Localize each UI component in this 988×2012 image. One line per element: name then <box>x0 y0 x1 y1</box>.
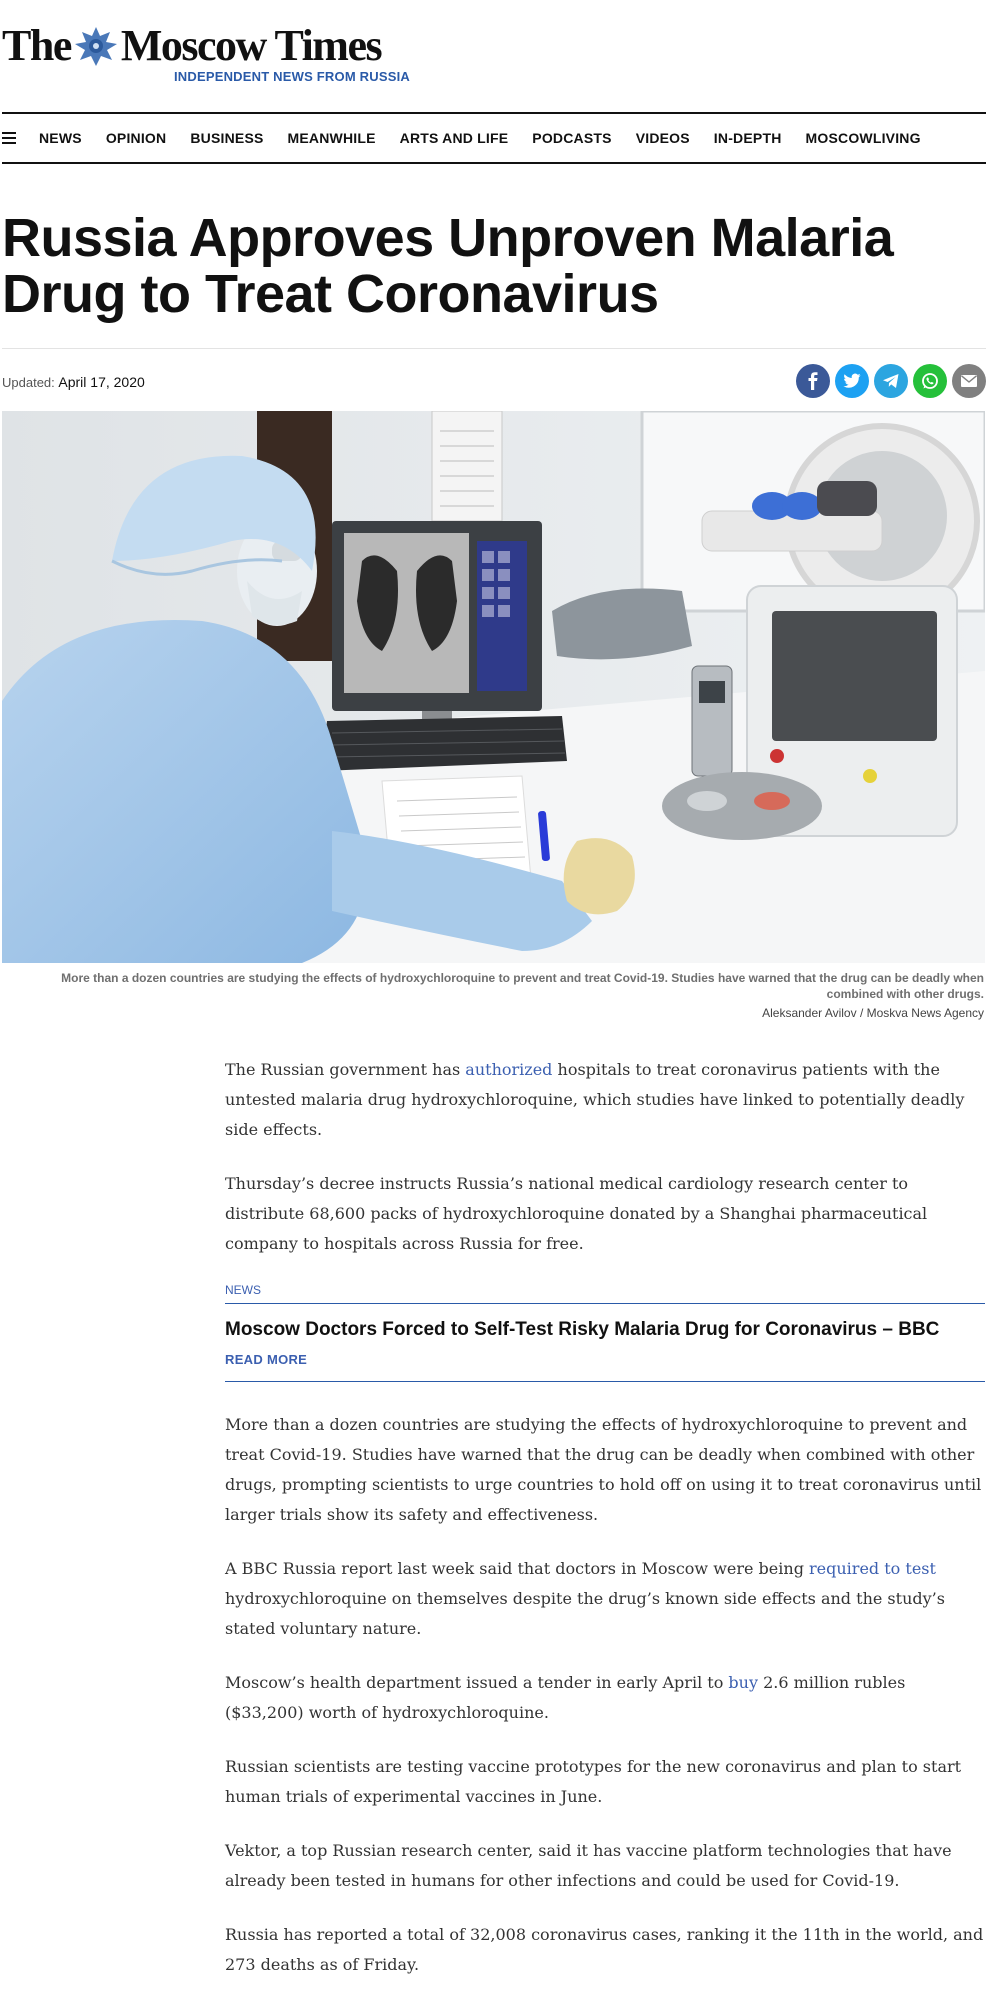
image-credit: Aleksander Avilov / Moskva News Agency <box>762 1006 984 1020</box>
twitter-share-button[interactable] <box>835 364 869 398</box>
paragraph-2: Thursday’s decree instructs Russia’s nat… <box>225 1174 928 1253</box>
paragraph-4: A BBC Russia report last week said that … <box>225 1554 985 1644</box>
facebook-share-button[interactable] <box>796 364 830 398</box>
eagle-seal-icon <box>74 27 117 66</box>
paragraph-7: Vektor, a top Russian research center, s… <box>225 1841 952 1890</box>
twitter-icon <box>843 373 861 388</box>
paragraph-8: Russia has reported a total of 32,008 co… <box>225 1925 984 1974</box>
related-category[interactable]: NEWS <box>225 1283 985 1304</box>
article-hero-image <box>2 411 985 963</box>
whatsapp-share-button[interactable] <box>913 364 947 398</box>
telegram-share-button[interactable] <box>874 364 908 398</box>
telegram-icon <box>883 374 899 388</box>
nav-item-news[interactable]: NEWS <box>39 130 82 146</box>
required-to-test-link[interactable]: required to test <box>809 1559 936 1578</box>
nav-item-moscowliving[interactable]: MOSCOWLIVING <box>806 130 921 146</box>
logo-text-left: The <box>2 21 72 70</box>
updated-label: Updated: <box>2 375 55 390</box>
paragraph-3: More than a dozen countries are studying… <box>225 1415 982 1524</box>
nav-item-podcasts[interactable]: PODCASTS <box>532 130 611 146</box>
paragraph-4-text-b: hydroxychloroquine on themselves despite… <box>225 1589 945 1638</box>
nav-item-meanwhile[interactable]: MEANWHILE <box>288 130 376 146</box>
related-title[interactable]: Moscow Doctors Forced to Self-Test Risky… <box>225 1318 985 1342</box>
updated-value: April 17, 2020 <box>58 374 145 390</box>
nav-item-videos[interactable]: VIDEOS <box>636 130 690 146</box>
hero-illustration <box>2 411 985 963</box>
site-tagline: INDEPENDENT NEWS FROM RUSSIA <box>173 69 410 84</box>
paragraph-4-text-a: A BBC Russia report last week said that … <box>225 1559 810 1578</box>
article-meta: Updated: April 17, 2020 <box>2 348 986 410</box>
article-body: The Russian government has authorized ho… <box>225 1055 985 2004</box>
paragraph-1-text-a: The Russian government has <box>225 1060 466 1079</box>
image-caption: More than a dozen countries are studying… <box>61 971 984 1001</box>
facebook-icon <box>808 372 818 390</box>
nav-item-in-depth[interactable]: IN-DEPTH <box>714 130 782 146</box>
paragraph-1: The Russian government has authorized ho… <box>225 1055 985 1145</box>
share-buttons <box>796 364 986 398</box>
related-article-card[interactable]: NEWS Moscow Doctors Forced to Self-Test … <box>225 1283 985 1382</box>
paragraph-5-text-a: Moscow’s health department issued a tend… <box>225 1673 729 1692</box>
whatsapp-icon <box>922 373 938 389</box>
article-headline: Russia Approves Unproven Malaria Drug to… <box>2 208 894 324</box>
read-more-link[interactable]: READ MORE <box>225 1352 985 1367</box>
paragraph-6: Russian scientists are testing vaccine p… <box>225 1757 962 1806</box>
site-logo[interactable]: The Moscow Times INDEPENDENT NEWS FROM R… <box>2 22 422 86</box>
nav-item-business[interactable]: BUSINESS <box>190 130 263 146</box>
updated-date: Updated: April 17, 2020 <box>2 374 145 390</box>
paragraph-5: Moscow’s health department issued a tend… <box>225 1668 985 1728</box>
nav-item-opinion[interactable]: OPINION <box>106 130 167 146</box>
email-share-button[interactable] <box>952 364 986 398</box>
authorized-link[interactable]: authorized <box>465 1060 552 1079</box>
menu-icon[interactable] <box>2 132 16 144</box>
main-navigation: NEWS OPINION BUSINESS MEANWHILE ARTS AND… <box>2 112 986 164</box>
nav-item-arts-and-life[interactable]: ARTS AND LIFE <box>400 130 509 146</box>
email-icon <box>961 375 977 387</box>
logo-text-right: Moscow Times <box>120 21 383 70</box>
buy-link[interactable]: buy <box>728 1673 758 1692</box>
